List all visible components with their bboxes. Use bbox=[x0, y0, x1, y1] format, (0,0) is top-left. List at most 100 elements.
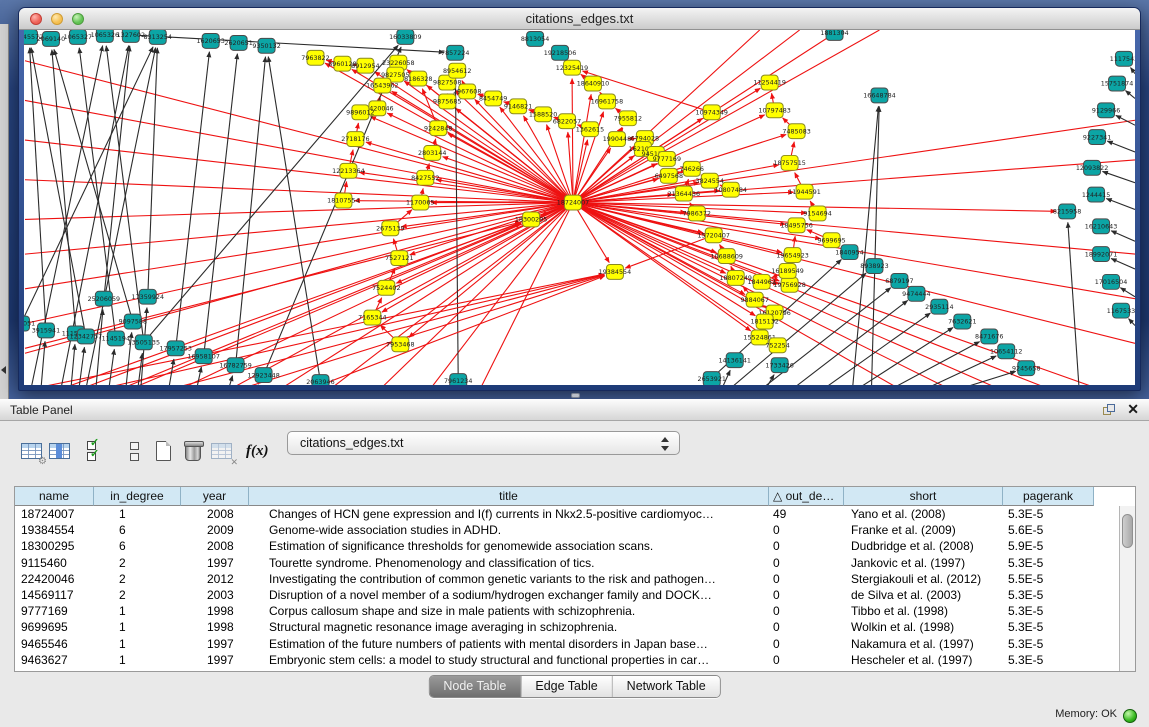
network-node[interactable]: 1620653 bbox=[196, 33, 224, 48]
network-node[interactable]: 1065327 bbox=[64, 30, 92, 44]
table-panel-header[interactable]: Table Panel ✕ bbox=[0, 399, 1149, 421]
table-row[interactable]: 977716911998Corpus callosum shape and si… bbox=[15, 603, 1105, 619]
network-node[interactable]: 17359924 bbox=[132, 289, 164, 304]
network-node[interactable]: 18107554 bbox=[327, 193, 359, 208]
network-node[interactable]: 1117543 bbox=[1110, 51, 1135, 66]
network-node[interactable]: 16958107 bbox=[187, 349, 219, 364]
column-header-short[interactable]: short bbox=[844, 487, 1003, 506]
float-panel-icon[interactable] bbox=[1103, 404, 1115, 416]
network-node[interactable]: 1733426 bbox=[765, 358, 793, 373]
panel-layout-icon[interactable] bbox=[122, 439, 148, 465]
network-node[interactable]: 1065326 bbox=[91, 30, 119, 42]
show-columns-icon[interactable] bbox=[47, 439, 73, 465]
network-node[interactable]: 1327602 bbox=[117, 30, 145, 42]
table-row[interactable]: 1456911722003Disruption of a novel membe… bbox=[15, 587, 1105, 603]
network-node[interactable]: 7857224 bbox=[441, 45, 469, 60]
network-node[interactable]: 2653921 bbox=[698, 372, 726, 385]
new-file-icon[interactable] bbox=[152, 439, 178, 465]
network-view-window[interactable]: citations_edges.txt 79638228960128891295… bbox=[18, 7, 1141, 391]
network-node[interactable]: 19384554 bbox=[599, 265, 631, 280]
network-node[interactable]: 752254 bbox=[765, 338, 789, 353]
network-node[interactable]: 1990448 bbox=[603, 132, 631, 147]
table-cell: 18300295 bbox=[21, 538, 94, 554]
delete-icon[interactable] bbox=[181, 439, 207, 465]
select-rows-icon[interactable]: ✓✓ bbox=[84, 439, 110, 465]
network-node[interactable]: 9474444 bbox=[902, 286, 930, 301]
split-pane-handle[interactable] bbox=[571, 393, 580, 398]
network-node[interactable]: 2935114 bbox=[925, 299, 953, 314]
network-node[interactable]: 3915941 bbox=[32, 323, 60, 338]
table-row[interactable]: 1938455462009Genome-wide association stu… bbox=[15, 522, 1105, 538]
network-node[interactable]: 19756928 bbox=[773, 277, 805, 292]
close-panel-icon[interactable]: ✕ bbox=[1127, 401, 1139, 418]
table-row[interactable]: 2242004622012Investigating the contribut… bbox=[15, 571, 1105, 587]
network-node[interactable]: 14136141 bbox=[718, 353, 750, 368]
column-header-in_degree[interactable]: in_degree bbox=[94, 487, 181, 506]
column-header-pagerank[interactable]: pagerank bbox=[1003, 487, 1094, 506]
table-row[interactable]: 911546021997Tourette syndrome. Phenomeno… bbox=[15, 555, 1105, 571]
network-node[interactable]: 11254419 bbox=[753, 75, 785, 90]
scrollbar-thumb[interactable] bbox=[1122, 514, 1133, 548]
network-node[interactable]: 11944591 bbox=[788, 184, 820, 199]
network-node[interactable]: 12923448 bbox=[247, 368, 279, 383]
citation-network-graph[interactable]: 7963822896012889129542322605898275051654… bbox=[24, 30, 1135, 385]
network-node[interactable]: 9875685 bbox=[433, 94, 461, 109]
table-row[interactable]: 946554611997Estimation of the future num… bbox=[15, 636, 1105, 652]
network-node[interactable]: 7524402 bbox=[372, 280, 400, 295]
network-node[interactable]: 15751874 bbox=[1101, 76, 1133, 91]
network-node[interactable]: 6879197 bbox=[885, 273, 913, 288]
tab-edge-table[interactable]: Edge Table bbox=[521, 676, 612, 697]
network-node[interactable]: 7632621 bbox=[948, 314, 976, 329]
network-node[interactable]: 12325419 bbox=[556, 60, 588, 75]
network-node[interactable]: 19218506 bbox=[544, 45, 576, 60]
network-node[interactable]: 7953468 bbox=[386, 337, 414, 352]
column-header-year[interactable]: year bbox=[181, 487, 249, 506]
table-row[interactable]: 1830029562008Estimation of significance … bbox=[15, 538, 1105, 554]
table-row[interactable]: 946362711997Embryonic stem cells: a mode… bbox=[15, 652, 1105, 668]
tab-network-table[interactable]: Network Table bbox=[613, 676, 720, 697]
table-cell: Nakamura et al. (1997) bbox=[851, 636, 1003, 652]
network-node[interactable]: 16782759 bbox=[219, 358, 251, 373]
network-node[interactable]: 7955812 bbox=[614, 111, 642, 126]
table-scrollbar[interactable] bbox=[1119, 506, 1135, 671]
network-node[interactable]: 1881304 bbox=[820, 30, 848, 40]
network-node[interactable]: 746266 bbox=[680, 161, 704, 176]
table-selector-dropdown[interactable]: citations_edges.txt bbox=[287, 431, 680, 455]
column-header-title[interactable]: title bbox=[249, 487, 769, 506]
network-node[interactable]: 13505135 bbox=[128, 335, 160, 350]
column-header-out_de[interactable]: △ out_de… bbox=[769, 487, 844, 506]
network-node[interactable]: 9350132 bbox=[252, 38, 280, 53]
network-node[interactable]: 2620651 bbox=[224, 35, 252, 50]
network-node[interactable]: 1167533 bbox=[1107, 303, 1135, 318]
network-node[interactable]: 8215958 bbox=[1053, 204, 1081, 219]
network-node[interactable]: 7485083 bbox=[782, 124, 810, 139]
table-settings-icon[interactable]: ⚙ bbox=[19, 439, 45, 465]
network-node[interactable]: 7961234 bbox=[444, 374, 472, 385]
network-node[interactable]: 2718176 bbox=[341, 132, 369, 147]
network-node[interactable]: 1145194 bbox=[102, 331, 130, 346]
function-icon[interactable]: f(x) bbox=[246, 439, 272, 465]
table-cell: 2009 bbox=[207, 522, 249, 538]
svg-text:6879197: 6879197 bbox=[885, 278, 913, 285]
table-row[interactable]: 1872400712008Changes of HCN gene express… bbox=[15, 506, 1105, 522]
network-node[interactable]: 16961758 bbox=[591, 94, 623, 109]
network-node[interactable]: 9227341 bbox=[1083, 130, 1111, 145]
network-node[interactable]: 9245658 bbox=[1012, 361, 1040, 376]
network-node[interactable]: 16033809 bbox=[389, 30, 421, 44]
network-node[interactable]: 9154694 bbox=[803, 206, 831, 221]
network-canvas[interactable]: 7963822896012889129542322605898275051654… bbox=[24, 30, 1135, 385]
network-node[interactable]: 8813054 bbox=[521, 31, 549, 46]
network-node[interactable]: 18757515 bbox=[773, 155, 805, 170]
window-titlebar[interactable]: citations_edges.txt bbox=[19, 8, 1140, 30]
tab-node-table[interactable]: Node Table bbox=[429, 676, 521, 697]
table-row[interactable]: 969969511998Structural magnetic resonanc… bbox=[15, 619, 1105, 635]
network-node[interactable]: 16648784 bbox=[863, 88, 895, 103]
network-node[interactable]: 8313254 bbox=[144, 30, 172, 44]
memory-status-indicator[interactable] bbox=[1123, 709, 1137, 723]
collapse-panel-arrow-icon[interactable] bbox=[1, 366, 6, 374]
network-node[interactable]: 2063946 bbox=[306, 375, 334, 385]
network-node[interactable]: 17016504 bbox=[1095, 274, 1127, 289]
network-node[interactable]: 2675139 bbox=[376, 221, 404, 236]
network-node[interactable]: 1244415 bbox=[1082, 187, 1110, 202]
column-header-name[interactable]: name bbox=[15, 487, 94, 506]
